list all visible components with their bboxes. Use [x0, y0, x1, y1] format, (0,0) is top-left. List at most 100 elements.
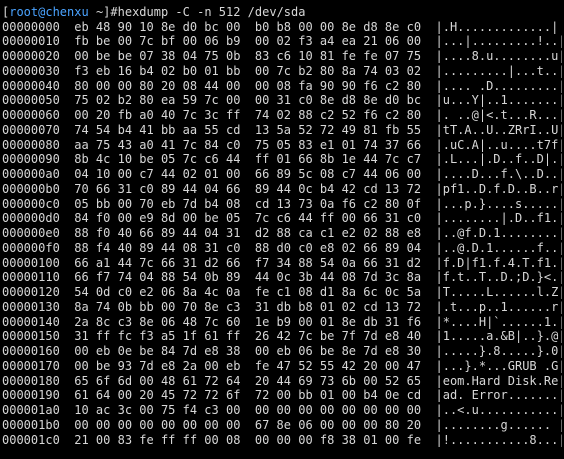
- row-ascii: |.t...p..1......r|: [435, 299, 563, 314]
- row-hex-bytes-low: 8b 4c 10 be 05 7c c6 44: [74, 152, 241, 167]
- row-offset: 000000e0: [2, 226, 60, 240]
- row-ascii: |.H.............|: [435, 19, 559, 34]
- row-ascii: |.L...|.D..f..D|.|: [435, 152, 563, 167]
- row-hex-bytes-low: 00 be be 07 38 04 75 0b: [74, 49, 241, 63]
- row-hex-bytes-high: 13 5a 52 72 49 81 fb 55: [254, 122, 422, 137]
- hexdump-row: 00000110 66 f7 74 04 88 54 0b 89 44 0c 3…: [2, 270, 562, 285]
- row-ascii: |1.....a.&B|..}.@|: [435, 329, 563, 344]
- hexdump-row: 000000c0 05 bb 00 70 eb 7d b4 08 cd 13 7…: [2, 197, 562, 212]
- row-hex-bytes-high: 00 00 00 00 00 00 00 00: [254, 403, 422, 417]
- row-hex-bytes-high: 88 d0 c0 e8 02 66 89 04: [254, 240, 422, 255]
- row-ascii: |...|.........!..|: [435, 34, 563, 49]
- row-offset: 00000030: [2, 63, 60, 78]
- row-offset: 00000020: [2, 49, 60, 63]
- hexdump-row: 00000100 66 a1 44 7c 66 31 d2 66 f7 34 8…: [2, 256, 562, 271]
- row-hex-bytes-low: 84 f0 00 e9 8d 00 be 05: [74, 211, 241, 226]
- row-hex-bytes-low: 66 f7 74 04 88 54 0b 89: [74, 270, 241, 285]
- row-hex-bytes-low: 10 ac 3c 00 75 f4 c3 00: [74, 403, 241, 417]
- command-line: [root@chenxu ~]#hexdump -C -n 512 /dev/s…: [2, 5, 562, 20]
- row-offset: 000000b0: [2, 181, 60, 196]
- row-hex-bytes-low: 75 02 b2 80 ea 59 7c 00: [74, 93, 241, 108]
- row-hex-bytes-low: 00 20 fb a0 40 7c 3c ff: [74, 108, 241, 122]
- row-ascii: |..@.D.1......f..|: [435, 240, 563, 255]
- row-hex-bytes-low: aa 75 43 a0 41 7c 84 c0: [74, 137, 241, 152]
- row-offset: 000000a0: [2, 167, 60, 181]
- row-hex-bytes-high: 00 eb 06 be 8e 7d e8 30: [254, 344, 422, 358]
- row-hex-bytes-low: 2a 8c c3 8e 06 48 7c 60: [74, 314, 241, 329]
- hexdump-row: 000000b0 70 66 31 c0 89 44 04 66 89 44 0…: [2, 182, 562, 197]
- row-hex-bytes-high: 67 8e 06 00 00 00 80 20: [254, 417, 422, 432]
- row-ascii: |...p.}....s.....|: [435, 196, 563, 211]
- hexdump-row: 00000040 80 00 00 80 20 08 44 00 00 08 f…: [2, 79, 562, 94]
- row-ascii: |.........|...t..|: [435, 63, 563, 78]
- terminal-window[interactable]: [root@chenxu ~]#hexdump -C -n 512 /dev/s…: [2, 0, 562, 459]
- row-ascii: |f.D|f1.f.4.T.f1.|: [435, 255, 563, 270]
- row-offset: 000000c0: [2, 196, 60, 211]
- row-hex-bytes-high: 00 02 f3 a4 ea 21 06 00: [254, 34, 422, 49]
- row-ascii: |. ..@|<.t...R...|: [435, 108, 563, 122]
- row-ascii: |*....H|`......1.|: [435, 314, 563, 329]
- hexdump-output: 00000000 eb 48 90 10 8e d0 bc 00 b0 b8 0…: [2, 20, 562, 448]
- row-hex-bytes-high: b0 b8 00 00 8e d8 8e c0: [254, 19, 422, 34]
- hexdump-row: 00000030 f3 eb 16 b4 02 b0 01 bb 00 7c b…: [2, 64, 562, 79]
- row-ascii: |eom.Hard Disk.Re|: [435, 373, 563, 388]
- row-hex-bytes-high: fe 47 52 55 42 20 00 47: [254, 358, 422, 373]
- hexdump-row: 000000a0 04 10 00 c7 44 02 01 00 66 89 5…: [2, 167, 562, 182]
- row-hex-bytes-high: 74 02 88 c2 52 f6 c2 80: [254, 108, 422, 122]
- row-ascii: |ad. Error.......|: [435, 388, 563, 403]
- row-offset: 000000d0: [2, 211, 60, 226]
- row-hex-bytes-high: 20 44 69 73 6b 00 52 65: [254, 373, 422, 388]
- row-hex-bytes-high: cd 13 73 0a f6 c2 80 0f: [254, 196, 422, 211]
- hexdump-row: 00000140 2a 8c c3 8e 06 48 7c 60 1e b9 0…: [2, 315, 562, 330]
- hexdump-row: 000000f0 88 f4 40 89 44 08 31 c0 88 d0 c…: [2, 241, 562, 256]
- prompt-close: ]#: [103, 4, 118, 19]
- hexdump-row: 00000000 eb 48 90 10 8e d0 bc 00 b0 b8 0…: [2, 20, 562, 35]
- row-offset: 00000170: [2, 358, 60, 373]
- row-ascii: |....8.u........u|: [435, 49, 563, 63]
- row-ascii: |T.....L......l.Z|: [435, 285, 563, 299]
- row-offset: 000001a0: [2, 403, 60, 417]
- row-ascii: |........g...... |: [435, 417, 563, 432]
- row-offset: 00000190: [2, 388, 60, 403]
- row-offset: 00000040: [2, 78, 60, 93]
- row-hex-bytes-high: 26 42 7c be 7f 7d e8 40: [254, 329, 422, 344]
- row-hex-bytes-low: 74 54 b4 41 bb aa 55 cd: [74, 122, 241, 137]
- hexdump-row: 00000170 00 be 93 7d e8 2a 00 eb fe 47 5…: [2, 359, 562, 374]
- row-ascii: |.uC.A|..u....t7f|: [435, 137, 563, 152]
- row-hex-bytes-high: fe c1 08 d1 8a 6c 0c 5a: [254, 285, 422, 299]
- row-hex-bytes-high: 72 00 bb 01 00 b4 0e cd: [254, 388, 422, 403]
- row-hex-bytes-high: 75 05 83 e1 01 74 37 66: [254, 137, 422, 152]
- hexdump-row: 00000010 fb be 00 7c bf 00 06 b9 00 02 f…: [2, 34, 562, 49]
- hexdump-row: 00000160 00 eb 0e be 84 7d e8 38 00 eb 0…: [2, 344, 562, 359]
- row-hex-bytes-low: 00 00 00 00 00 00 00 00: [74, 417, 241, 432]
- row-ascii: |.....}.8.....}.0|: [435, 344, 563, 358]
- row-offset: 00000050: [2, 93, 60, 108]
- row-ascii: |.... .D.........|: [435, 78, 563, 93]
- row-hex-bytes-high: 89 44 0c b4 42 cd 13 72: [254, 181, 422, 196]
- hexdump-row: 00000060 00 20 fb a0 40 7c 3c ff 74 02 8…: [2, 108, 562, 123]
- hexdump-row: 00000130 8a 74 0b bb 00 70 8e c3 31 db b…: [2, 300, 562, 315]
- row-hex-bytes-low: 8a 74 0b bb 00 70 8e c3: [74, 299, 241, 314]
- row-hex-bytes-low: 88 f0 40 66 89 44 04 31: [74, 226, 241, 240]
- row-hex-bytes-low: 04 10 00 c7 44 02 01 00: [74, 167, 241, 181]
- row-offset: 000000f0: [2, 240, 60, 255]
- row-hex-bytes-low: 00 be 93 7d e8 2a 00 eb: [74, 358, 241, 373]
- row-hex-bytes-low: 61 64 00 20 45 72 72 6f: [74, 388, 241, 403]
- row-hex-bytes-high: 00 31 c0 8e d8 8e d0 bc: [254, 93, 422, 108]
- row-hex-bytes-high: ff 01 66 8b 1e 44 7c c7: [254, 152, 422, 167]
- row-hex-bytes-low: eb 48 90 10 8e d0 bc 00: [74, 19, 241, 34]
- row-offset: 00000010: [2, 34, 60, 49]
- row-ascii: |...}.*...GRUB .G|: [435, 358, 563, 373]
- hexdump-row: 000001c0 21 00 83 fe ff ff 00 08 00 00 0…: [2, 433, 562, 448]
- row-offset: 00000060: [2, 108, 60, 122]
- row-offset: 00000100: [2, 255, 60, 270]
- row-hex-bytes-low: 05 bb 00 70 eb 7d b4 08: [74, 196, 241, 211]
- row-hex-bytes-low: 31 ff fc f3 a5 1f 61 ff: [74, 329, 241, 344]
- row-ascii: |f.t..T..D.;D.}<.|: [435, 270, 563, 285]
- row-hex-bytes-high: 00 08 fa 90 90 f6 c2 80: [254, 78, 422, 93]
- hexdump-row: 00000090 8b 4c 10 be 05 7c c6 44 ff 01 6…: [2, 152, 562, 167]
- row-ascii: |..<.u...........|: [435, 403, 563, 417]
- prompt-path: ~: [88, 4, 104, 19]
- hexdump-row: 00000150 31 ff fc f3 a5 1f 61 ff 26 42 7…: [2, 329, 562, 344]
- row-hex-bytes-high: 66 89 5c 08 c7 44 06 00: [254, 167, 422, 181]
